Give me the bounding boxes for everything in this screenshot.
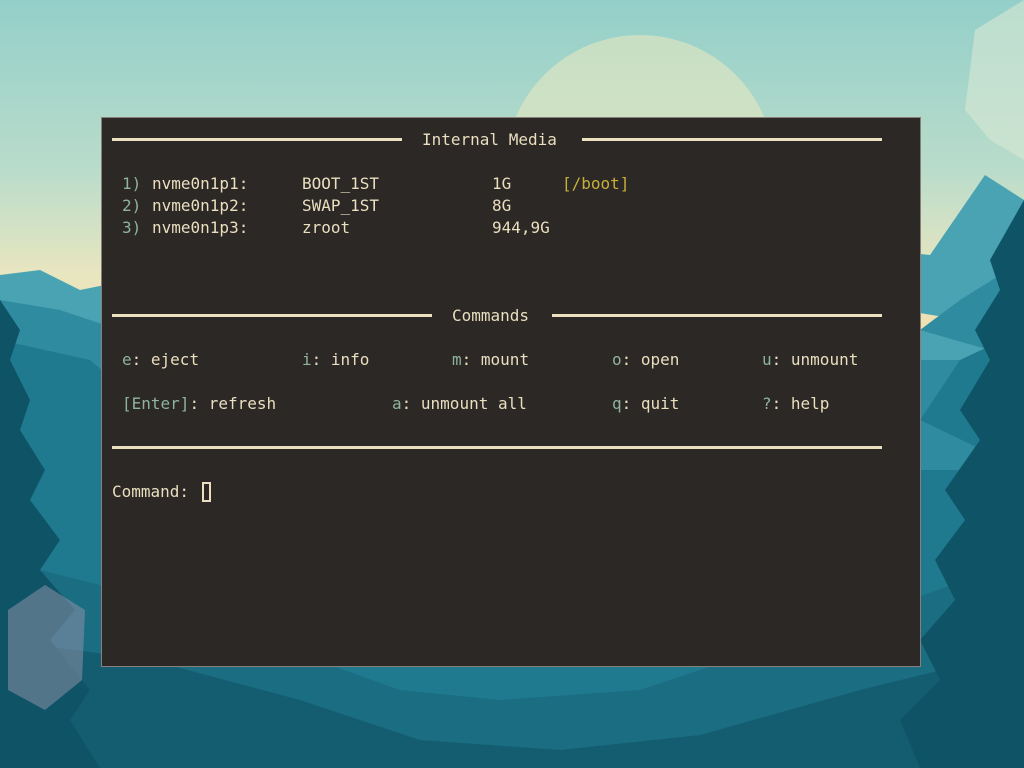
command-label: : unmount xyxy=(771,350,859,369)
device-label: zroot xyxy=(302,218,351,237)
command-prompt-label: Command: xyxy=(112,482,190,501)
device-index: 2) xyxy=(122,196,142,215)
command-label: : eject xyxy=(131,350,200,369)
media-rule-right xyxy=(582,138,882,141)
command-label: : quit xyxy=(621,394,680,413)
device-size: 8G xyxy=(492,196,512,215)
device-mountpoint: [/boot] xyxy=(562,174,630,193)
media-section-title: Internal Media xyxy=(422,130,557,149)
commands-rule-bottom xyxy=(112,446,882,449)
command-open[interactable]: o: open xyxy=(612,349,679,371)
device-index: 1) xyxy=(122,174,142,193)
command-key: a xyxy=(392,394,402,413)
command-key: q xyxy=(612,394,622,413)
command-help[interactable]: ?: help xyxy=(762,393,829,415)
command-mount[interactable]: m: mount xyxy=(452,349,529,371)
command-key: e xyxy=(122,350,132,369)
command-label: : open xyxy=(621,350,680,369)
device-size: 944,9G xyxy=(492,218,550,237)
device-label: BOOT_1ST xyxy=(302,174,380,193)
text-cursor xyxy=(202,482,211,502)
command-key: u xyxy=(762,350,772,369)
command-label: : refresh xyxy=(189,394,277,413)
device-size: 1G xyxy=(492,174,512,193)
command-label: : help xyxy=(771,394,830,413)
command-label: : mount xyxy=(461,350,530,369)
command-eject[interactable]: e: eject xyxy=(122,349,199,371)
command-label: : info xyxy=(311,350,370,369)
command-key: m xyxy=(452,350,462,369)
command-key: [Enter] xyxy=(122,394,190,413)
command-key: ? xyxy=(762,394,772,413)
media-rule-left xyxy=(112,138,402,141)
device-name: nvme0n1p2: xyxy=(152,196,249,215)
command-key: o xyxy=(612,350,622,369)
command-label: : unmount all xyxy=(401,394,527,413)
device-name: nvme0n1p1: xyxy=(152,174,249,193)
command-unmount[interactable]: u: unmount xyxy=(762,349,858,371)
device-index: 3) xyxy=(122,218,142,237)
command-refresh[interactable]: [Enter]: refresh xyxy=(122,393,276,415)
commands-section-title: Commands xyxy=(452,306,530,325)
command-key: i xyxy=(302,350,312,369)
device-label: SWAP_1ST xyxy=(302,196,380,215)
terminal-window[interactable]: Internal Media 1) nvme0n1p1: BOOT_1ST 1G… xyxy=(101,117,921,667)
command-info[interactable]: i: info xyxy=(302,349,369,371)
device-name: nvme0n1p3: xyxy=(152,218,249,237)
command-unmount-all[interactable]: a: unmount all xyxy=(392,393,527,415)
commands-rule-left xyxy=(112,314,432,317)
command-quit[interactable]: q: quit xyxy=(612,393,679,415)
commands-rule-right xyxy=(552,314,882,317)
